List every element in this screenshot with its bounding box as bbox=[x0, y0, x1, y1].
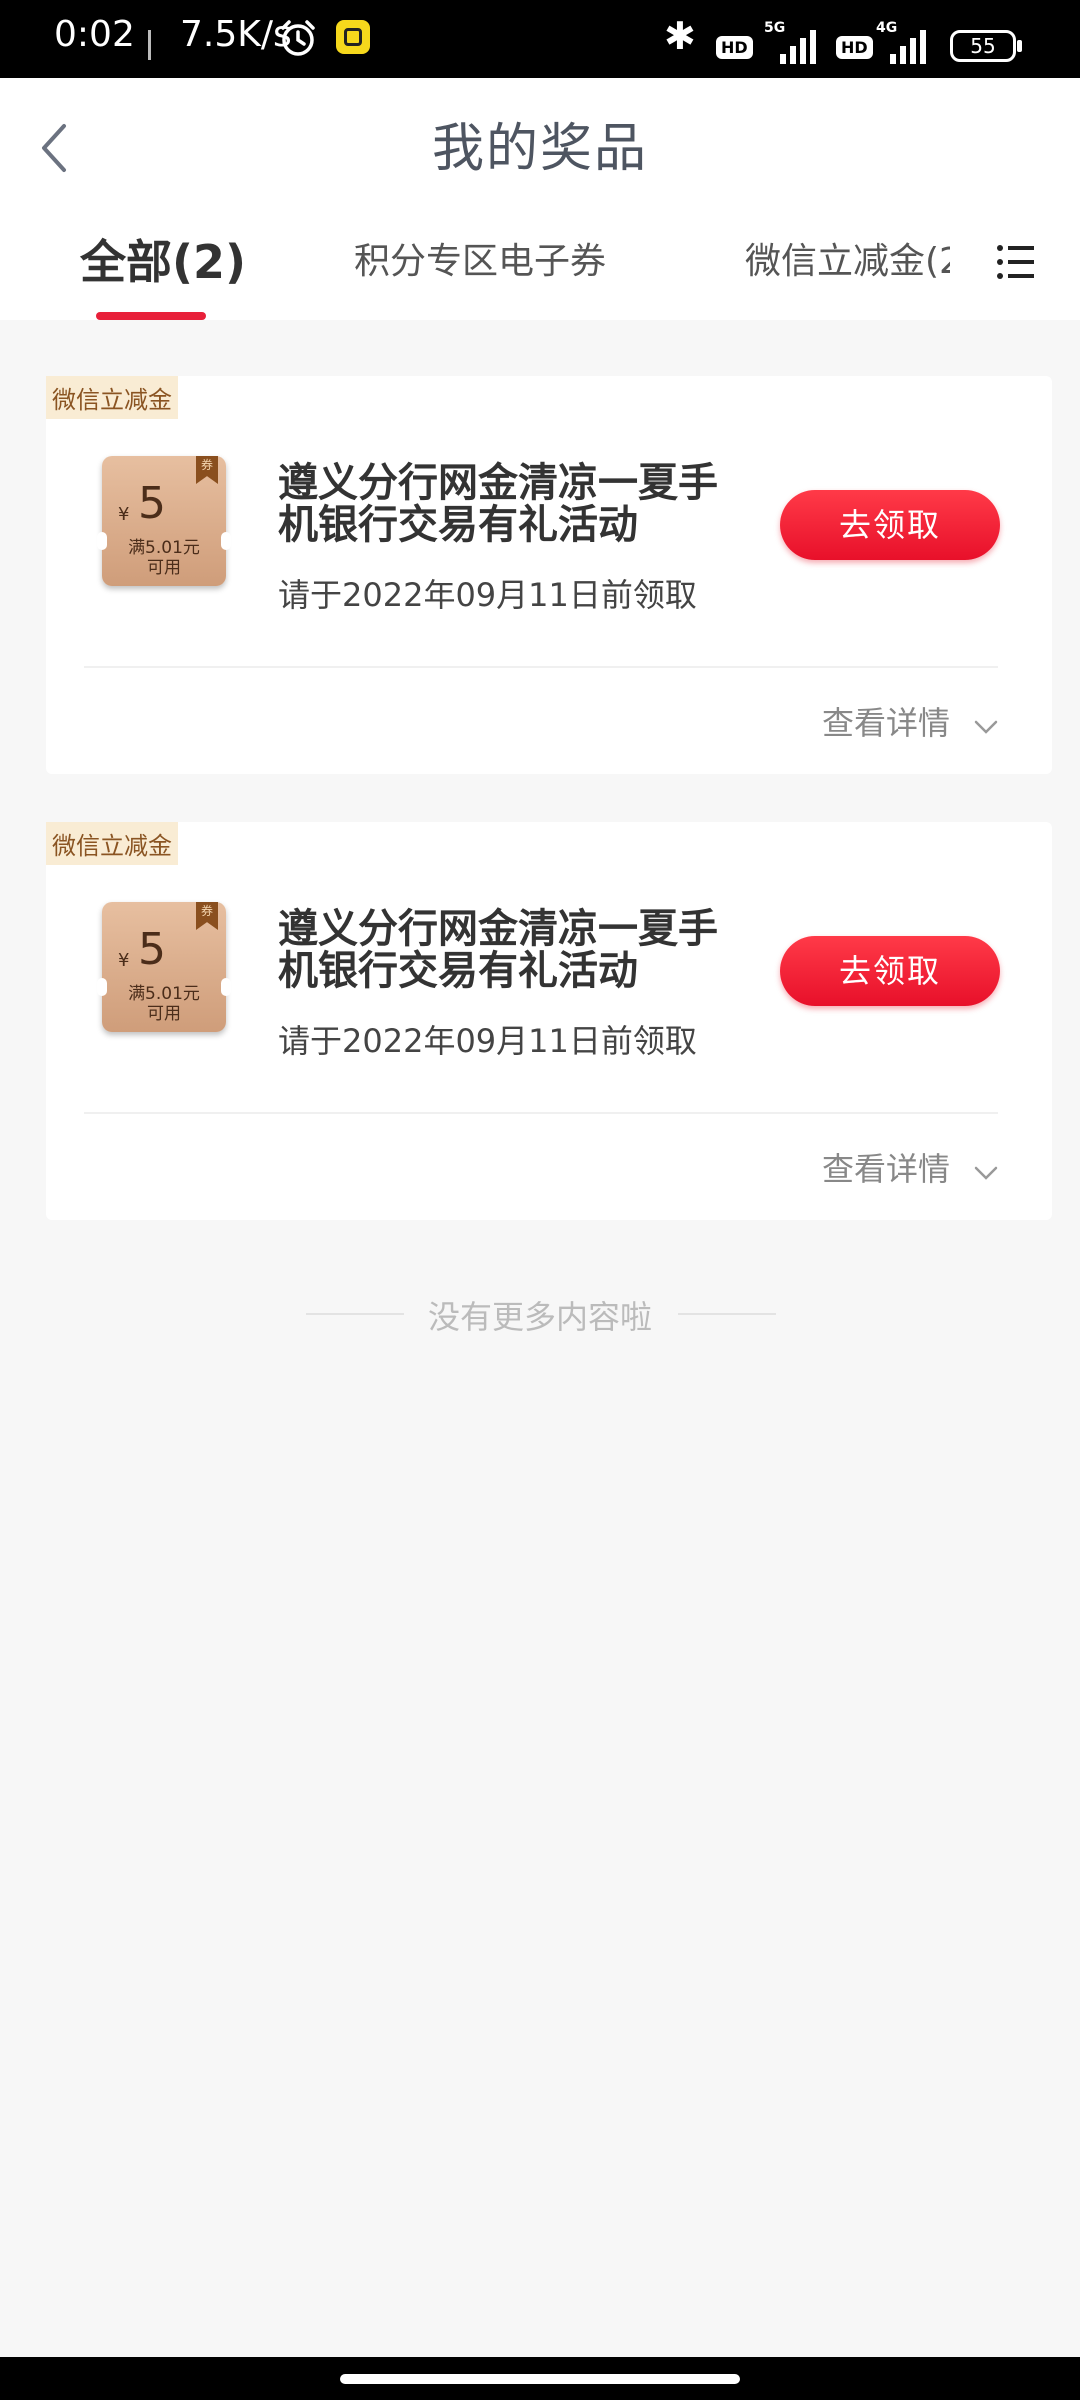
prize-type-tag: 微信立减金 bbox=[46, 376, 178, 419]
coupon-currency: ¥ bbox=[118, 950, 130, 971]
signal-icon-2 bbox=[890, 24, 934, 64]
no-more-content-text: 没有更多内容啦 bbox=[427, 1298, 652, 1336]
view-details-link[interactable]: 查看详情 bbox=[822, 698, 950, 744]
no-more-line-right bbox=[678, 1313, 776, 1315]
signal-icon bbox=[780, 24, 824, 64]
status-net-speed: 7.5K/s bbox=[180, 14, 292, 55]
tab-wechat-discount[interactable]: 微信立减金(2 bbox=[745, 232, 950, 284]
prize-title: 遵义分行网金清凉一夏手机银行交易有礼活动 bbox=[278, 460, 718, 548]
status-separator bbox=[148, 30, 151, 60]
coupon-condition-line-1: 满5.01元 bbox=[128, 538, 200, 558]
coupon-image: 券 ¥ 5 满5.01元 可用 bbox=[97, 456, 231, 586]
chevron-down-icon[interactable] bbox=[974, 714, 998, 738]
prize-card: 微信立减金 券 ¥ 5 满5.01元 可用 遵义分行网金清凉一夏手机银行交易有礼… bbox=[46, 822, 1052, 1220]
coupon-amount: 5 bbox=[138, 924, 166, 975]
coupon-badge: 券 bbox=[196, 902, 218, 930]
page-title: 我的奖品 bbox=[431, 119, 648, 179]
view-details-link[interactable]: 查看详情 bbox=[822, 1144, 950, 1190]
chevron-down-icon[interactable] bbox=[974, 1160, 998, 1184]
tab-wechat-discount-label: 微信立减金(2 bbox=[745, 241, 950, 282]
hd-voice-icon-2: HD bbox=[836, 36, 873, 59]
battery-level: 55 bbox=[970, 34, 996, 58]
bluetooth-icon: ✱ bbox=[664, 14, 696, 58]
coupon-badge: 券 bbox=[196, 456, 218, 484]
list-menu-icon[interactable] bbox=[996, 242, 1036, 282]
page-header: 我的奖品 bbox=[0, 78, 1080, 208]
coupon-condition: 满5.01元 可用 bbox=[102, 984, 226, 1024]
alarm-icon bbox=[281, 20, 315, 56]
tab-bar: 全部(2) 积分专区电子券 微信立减金(2 bbox=[0, 208, 1080, 320]
coupon-image: 券 ¥ 5 满5.01元 可用 bbox=[97, 902, 231, 1032]
active-tab-indicator bbox=[96, 312, 206, 320]
coupon-condition: 满5.01元 可用 bbox=[102, 538, 226, 578]
prize-deadline: 请于2022年09月11日前领取 bbox=[278, 576, 697, 614]
battery-icon: 55 bbox=[950, 30, 1022, 62]
home-indicator[interactable] bbox=[340, 2374, 740, 2384]
divider bbox=[84, 666, 998, 668]
coupon-condition-line-2: 可用 bbox=[147, 1004, 181, 1024]
status-bar: 0:02 7.5K/s ✱ HD 5G HD 4G 55 bbox=[0, 0, 1080, 78]
divider bbox=[84, 1112, 998, 1114]
prize-deadline: 请于2022年09月11日前领取 bbox=[278, 1022, 697, 1060]
prize-type-tag: 微信立减金 bbox=[46, 822, 178, 865]
coupon-condition-line-2: 可用 bbox=[147, 558, 181, 578]
tab-points-coupons[interactable]: 积分专区电子券 bbox=[354, 232, 606, 284]
app-notification-icon bbox=[336, 20, 370, 54]
coupon-amount: 5 bbox=[138, 478, 166, 529]
claim-button[interactable]: 去领取 bbox=[780, 490, 1000, 560]
status-time: 0:02 bbox=[54, 14, 135, 55]
coupon-condition-line-1: 满5.01元 bbox=[128, 984, 200, 1004]
hd-voice-icon: HD bbox=[716, 36, 753, 59]
claim-button[interactable]: 去领取 bbox=[780, 936, 1000, 1006]
tab-all[interactable]: 全部(2) bbox=[80, 226, 246, 292]
prize-title: 遵义分行网金清凉一夏手机银行交易有礼活动 bbox=[278, 906, 718, 994]
prize-card: 微信立减金 券 ¥ 5 满5.01元 可用 遵义分行网金清凉一夏手机银行交易有礼… bbox=[46, 376, 1052, 774]
coupon-currency: ¥ bbox=[118, 504, 130, 525]
